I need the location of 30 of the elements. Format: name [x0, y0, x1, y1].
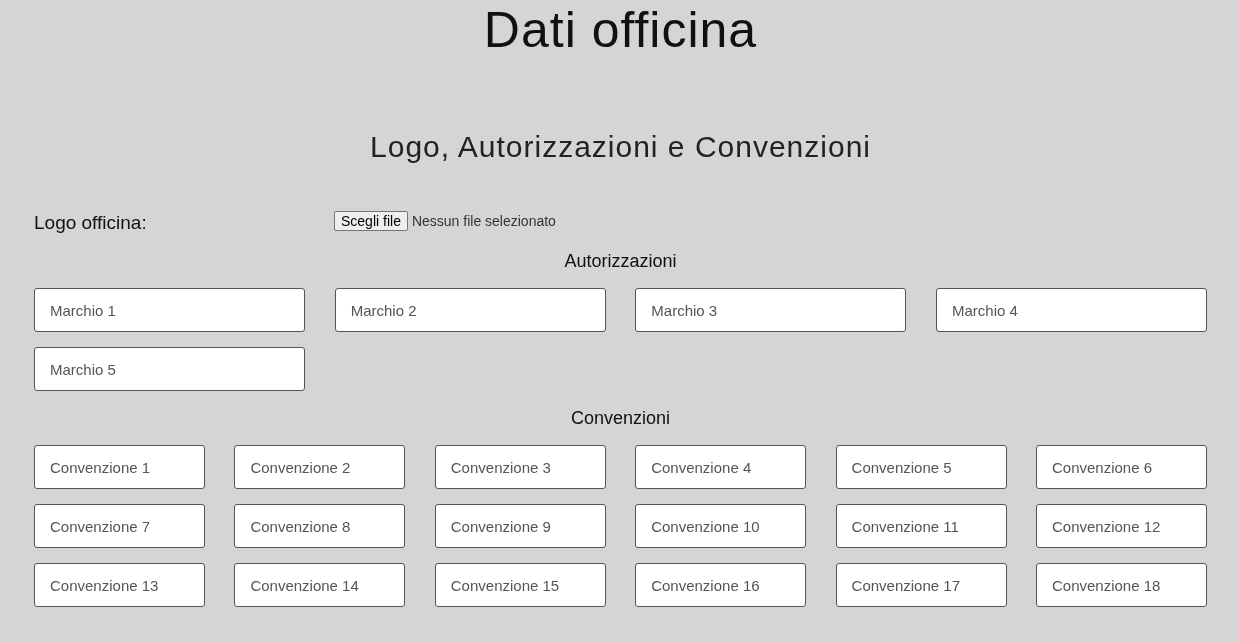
input-field[interactable]: Convenzione 2 [234, 445, 406, 489]
input-field[interactable]: Marchio 1 [34, 288, 305, 332]
input-field[interactable]: Marchio 2 [334, 288, 606, 332]
page-title: Dati officina [482, 1, 759, 56]
section-title: Logo, Autorizzazioni e Convenzioni [369, 130, 872, 164]
input-field[interactable]: Convenzione 6 [1035, 445, 1207, 489]
input-field[interactable]: Convenzione 17 [835, 563, 1007, 607]
input-field[interactable]: Convenzione 18 [1035, 563, 1207, 607]
input-field[interactable]: Convenzione 10 [635, 504, 807, 548]
input-field[interactable]: Convenzione 3 [434, 445, 606, 489]
input-field[interactable]: Marchio 3 [635, 288, 907, 332]
input-field[interactable]: Convenzione 12 [1035, 504, 1207, 548]
input-field[interactable]: Convenzione 11 [835, 504, 1007, 548]
input-field[interactable]: Convenzione 16 [635, 563, 807, 607]
input-field[interactable]: Marchio 4 [935, 288, 1207, 332]
input-field[interactable]: Convenzione 9 [434, 504, 606, 548]
input-field[interactable]: Convenzione 5 [835, 445, 1007, 489]
input-field[interactable]: Convenzione 1 [34, 445, 205, 489]
input-field[interactable]: Marchio 5 [34, 347, 305, 391]
choose-file-button[interactable]: Scegli file [334, 211, 408, 231]
logo-label: Logo officina: [34, 212, 148, 234]
input-field[interactable]: Convenzione 7 [34, 504, 205, 548]
input-field[interactable]: Convenzione 14 [234, 563, 406, 607]
section-heading: Convenzioni [569, 407, 672, 429]
input-field[interactable]: Convenzione 8 [234, 504, 406, 548]
input-field[interactable]: Convenzione 4 [635, 445, 807, 489]
file-status: Nessun file selezionato [411, 213, 556, 229]
input-field[interactable]: Convenzione 13 [34, 563, 205, 607]
input-field[interactable]: Convenzione 15 [434, 563, 606, 607]
section-heading: Autorizzazioni [563, 250, 678, 272]
